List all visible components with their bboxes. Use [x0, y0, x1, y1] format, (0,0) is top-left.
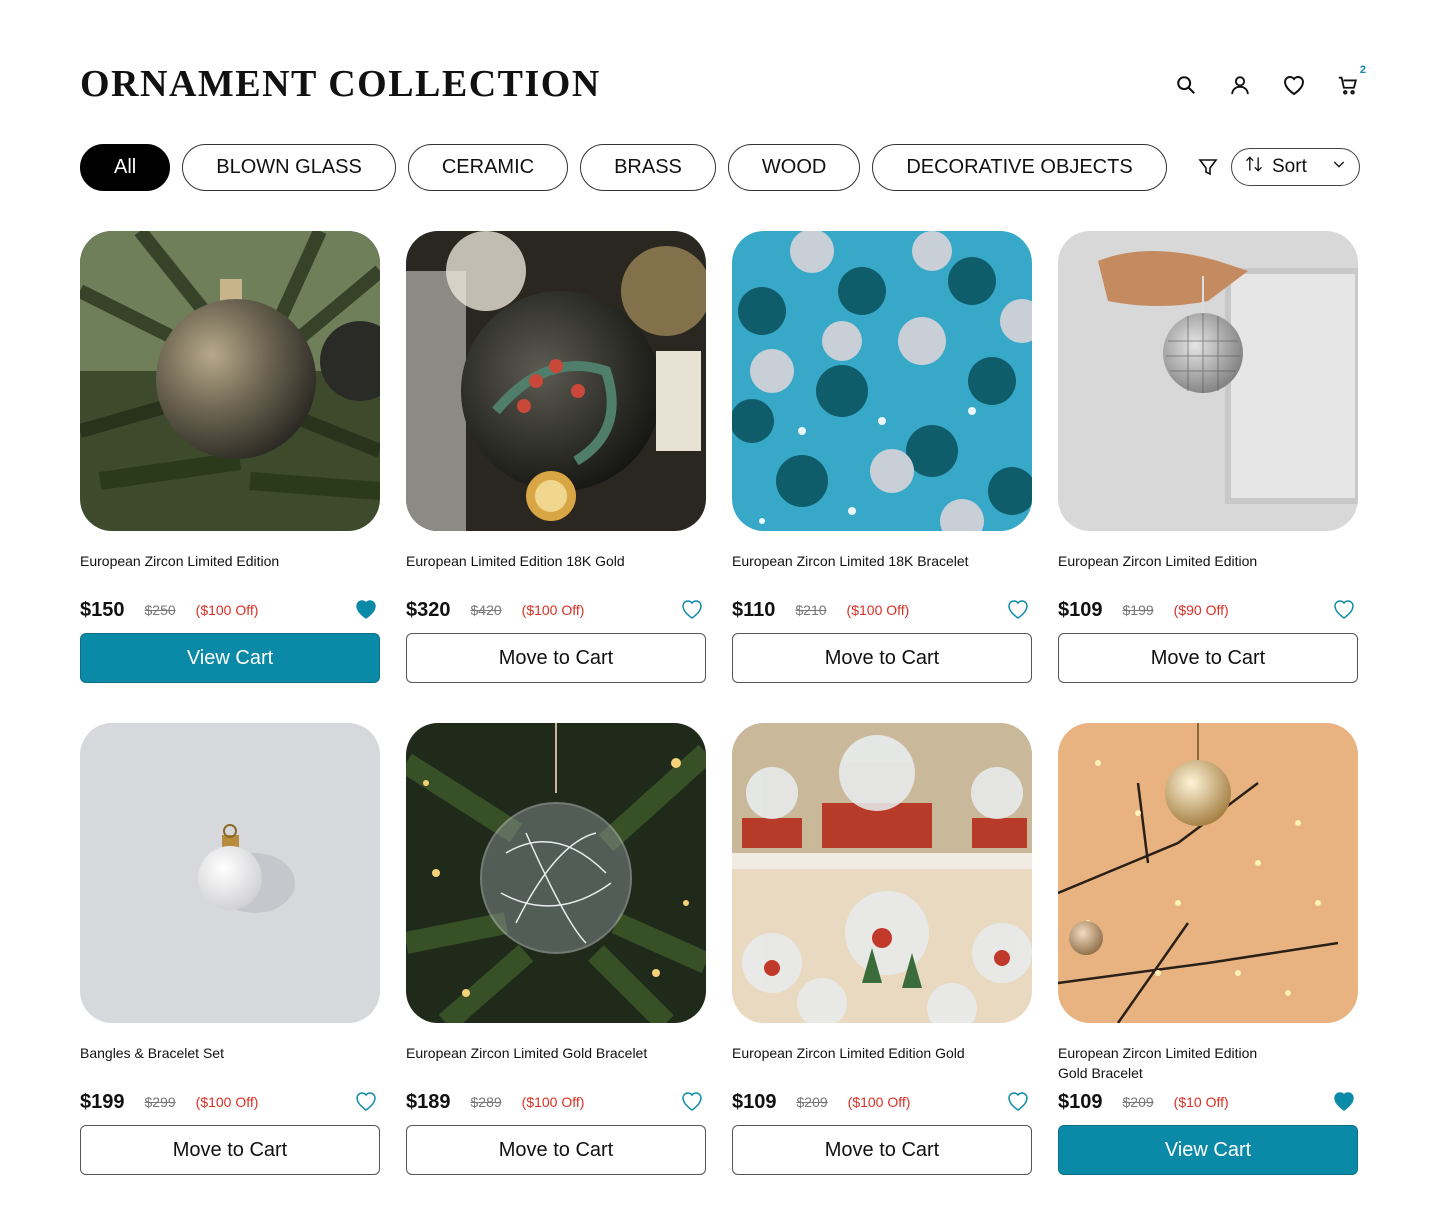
move-to-cart-button[interactable]: Move to Cart — [732, 1125, 1032, 1175]
move-to-cart-button[interactable]: Move to Cart — [406, 1125, 706, 1175]
filter-blown-glass[interactable]: BLOWN GLASS — [182, 144, 396, 191]
product-price: $189 — [406, 1090, 451, 1113]
favorite-heart-icon[interactable] — [680, 1090, 704, 1114]
product-image[interactable] — [1058, 231, 1358, 531]
product-price: $320 — [406, 598, 451, 621]
filter-all[interactable]: All — [80, 144, 171, 191]
favorite-heart-icon[interactable] — [1006, 1090, 1030, 1114]
move-to-cart-button[interactable]: Move to Cart — [732, 633, 1032, 683]
product-card: European Zircon Limited Gold Bracelet $1… — [406, 723, 706, 1175]
discount-label: ($90 Off) — [1173, 602, 1229, 618]
product-card: European Zircon Limited Edition $150 $25… — [80, 231, 380, 683]
page-title: ORNAMENT COLLECTION — [80, 63, 601, 105]
product-price: $109 — [1058, 598, 1103, 621]
user-icon[interactable] — [1228, 70, 1252, 100]
header-icons: 2 — [1174, 64, 1366, 100]
product-card: European Zircon Limited Edition Gold Bra… — [1058, 723, 1358, 1175]
move-to-cart-button[interactable]: Move to Cart — [80, 1125, 380, 1175]
product-name: European Zircon Limited Edition Gold Bra… — [1058, 1045, 1258, 1081]
product-grid: European Zircon Limited Edition $150 $25… — [80, 231, 1362, 1175]
original-price: $420 — [470, 602, 502, 618]
filter-funnel-icon[interactable] — [1196, 155, 1220, 179]
product-card: European Zircon Limited Edition Gold $10… — [732, 723, 1032, 1175]
sort-arrows-icon — [1244, 154, 1264, 180]
original-price: $209 — [796, 1094, 828, 1110]
discount-label: ($100 Off) — [195, 602, 259, 618]
product-name: Bangles & Bracelet Set — [80, 1045, 224, 1061]
product-name: European Zircon Limited Edition — [80, 553, 280, 569]
favorite-heart-icon[interactable] — [354, 598, 378, 622]
product-name: European Zircon Limited Gold Bracelet — [406, 1045, 648, 1061]
price-row: $109 $209 ($100 Off) — [732, 1089, 1032, 1115]
move-to-cart-button[interactable]: Move to Cart — [1058, 633, 1358, 683]
chevron-down-icon — [1331, 156, 1347, 178]
discount-label: ($100 Off) — [847, 1094, 911, 1110]
cart-icon[interactable]: 2 — [1336, 64, 1366, 100]
product-card: European Zircon Limited 18K Bracelet $11… — [732, 231, 1032, 683]
favorite-heart-icon[interactable] — [680, 598, 704, 622]
wishlist-icon[interactable] — [1282, 70, 1306, 100]
product-name: European Zircon Limited 18K Bracelet — [732, 553, 969, 569]
search-icon[interactable] — [1174, 70, 1198, 100]
favorite-heart-icon[interactable] — [1006, 598, 1030, 622]
category-filters: All BLOWN GLASS CERAMIC BRASS WOOD DECOR… — [80, 144, 1167, 191]
favorite-heart-icon[interactable] — [1332, 1090, 1356, 1114]
discount-label: ($100 Off) — [195, 1094, 259, 1110]
price-row: $320 $420 ($100 Off) — [406, 597, 706, 623]
price-row: $150 $250 ($100 Off) — [80, 597, 380, 623]
price-row: $199 $299 ($100 Off) — [80, 1089, 380, 1115]
price-row: $110 $210 ($100 Off) — [732, 597, 1032, 623]
product-price: $199 — [80, 1090, 125, 1113]
product-image[interactable] — [80, 723, 380, 1023]
product-image[interactable] — [732, 723, 1032, 1023]
product-card: Bangles & Bracelet Set $199 $299 ($100 O… — [80, 723, 380, 1175]
original-price: $199 — [1122, 602, 1154, 618]
discount-label: ($100 Off) — [846, 602, 910, 618]
product-image[interactable] — [406, 231, 706, 531]
original-price: $299 — [144, 1094, 176, 1110]
product-card: European Zircon Limited Edition $109 $19… — [1058, 231, 1358, 683]
filter-ceramic[interactable]: CERAMIC — [407, 144, 569, 191]
product-price: $150 — [80, 598, 125, 621]
product-name: European Zircon Limited Edition Gold — [732, 1045, 965, 1061]
product-image[interactable] — [1058, 723, 1358, 1023]
original-price: $250 — [144, 602, 176, 618]
price-row: $109 $199 ($90 Off) — [1058, 597, 1358, 623]
sort-label: Sort — [1272, 156, 1307, 177]
price-row: $109 $209 ($10 Off) — [1058, 1089, 1358, 1115]
cart-count-badge: 2 — [1359, 64, 1366, 76]
move-to-cart-button[interactable]: Move to Cart — [406, 633, 706, 683]
filter-brass[interactable]: BRASS — [580, 144, 716, 191]
filter-decorative-objects[interactable]: DECORATIVE OBJECTS — [872, 144, 1167, 191]
discount-label: ($10 Off) — [1173, 1094, 1229, 1110]
product-image[interactable] — [732, 231, 1032, 531]
product-price: $109 — [1058, 1090, 1103, 1113]
view-cart-button[interactable]: View Cart — [80, 633, 380, 683]
price-row: $189 $289 ($100 Off) — [406, 1089, 706, 1115]
product-name: European Limited Edition 18K Gold — [406, 553, 625, 569]
sort-dropdown[interactable]: Sort — [1231, 148, 1360, 186]
discount-label: ($100 Off) — [521, 1094, 585, 1110]
product-card: European Limited Edition 18K Gold $320 $… — [406, 231, 706, 683]
favorite-heart-icon[interactable] — [354, 1090, 378, 1114]
original-price: $209 — [1122, 1094, 1154, 1110]
original-price: $210 — [795, 602, 827, 618]
product-image[interactable] — [406, 723, 706, 1023]
favorite-heart-icon[interactable] — [1332, 598, 1356, 622]
product-image[interactable] — [80, 231, 380, 531]
product-price: $110 — [732, 598, 776, 621]
product-price: $109 — [732, 1090, 777, 1113]
view-cart-button[interactable]: View Cart — [1058, 1125, 1358, 1175]
discount-label: ($100 Off) — [521, 602, 585, 618]
product-name: European Zircon Limited Edition — [1058, 553, 1258, 569]
filter-wood[interactable]: WOOD — [727, 144, 861, 191]
original-price: $289 — [470, 1094, 502, 1110]
